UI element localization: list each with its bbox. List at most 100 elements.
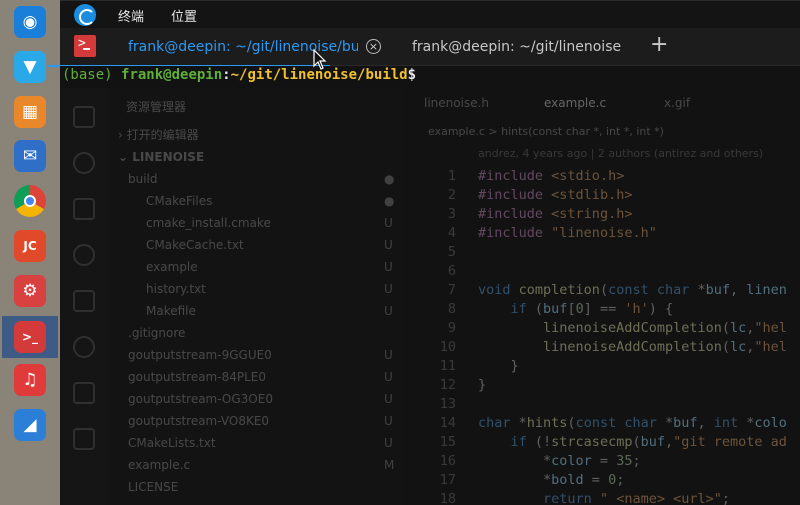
terminal-icon	[74, 35, 96, 57]
file-tree-item-label: LICENSE	[128, 480, 179, 494]
dock-item-file-archiver[interactable]: ▦	[8, 92, 52, 132]
line-number: 17	[439, 472, 456, 488]
file-tree-item: .gitignore	[108, 322, 406, 344]
line-number: 7	[447, 282, 456, 298]
files-icon	[73, 106, 95, 128]
dock-item-deepin-terminal[interactable]: >_	[2, 315, 58, 358]
dock-item-netease-music[interactable]: ♫	[8, 360, 52, 400]
code-line: 10 linenoiseAddCompletion(lc,"hel	[406, 339, 800, 358]
code-text: if (buf[0] == 'h') {	[510, 301, 674, 317]
prompt-user-host: frank@deepin	[121, 67, 223, 83]
code-text: *color = 35;	[478, 453, 641, 469]
file-tree-item: goutputstream-OG3OE0 U	[108, 388, 406, 410]
file-tree-item: goutputstream-84PLE0 U	[108, 366, 406, 388]
dock-item-settings[interactable]: ⚙	[8, 271, 52, 311]
explorer-panel: 资源管理器 › 打开的编辑器 ⌄ LINENOISE build ● CMakeFi…	[108, 88, 406, 505]
file-tree-item-label: CMakeFiles	[146, 194, 213, 208]
line-number: 12	[439, 377, 456, 393]
line-number: 18	[439, 491, 456, 505]
file-tree-item: example.c M	[108, 454, 406, 476]
git-status-flag: U	[384, 260, 393, 274]
prompt-colon: :	[222, 67, 231, 83]
project-header: ⌄ LINENOISE	[118, 150, 205, 164]
terminal-app-logo-icon[interactable]	[74, 4, 96, 26]
line-number: 4	[447, 225, 456, 241]
dock-item-vscode[interactable]: ◢	[8, 405, 52, 445]
jetbrains-icon: JC	[14, 230, 46, 262]
line-number: 9	[447, 320, 456, 336]
line-number: 5	[447, 244, 456, 260]
tab-close-icon[interactable]: ×	[366, 39, 381, 54]
file-tree-item: CMakeFiles ●	[108, 190, 406, 212]
prompt-env: (base)	[62, 67, 122, 83]
dock-item-chrome[interactable]	[8, 181, 52, 221]
desktop: ◉ ▼ ▦ ✉ JC ⚙ >_ ♫ ◢ 终端 位置 frank@deepin: ~/git/li…	[0, 0, 800, 505]
docker-icon	[73, 428, 95, 450]
dock-item-app-store[interactable]: ▼	[8, 47, 52, 87]
background-editor-window: 资源管理器 › 打开的编辑器 ⌄ LINENOISE build ● CMakeFi…	[60, 88, 800, 505]
dock-item-deepin-launcher[interactable]: ◉	[8, 2, 52, 42]
thunderbird-icon: ✉	[14, 140, 46, 173]
file-tree-item-label: history.txt	[146, 282, 206, 296]
git-status-flag: U	[384, 238, 393, 252]
open-editors-label: 打开的编辑器	[126, 128, 199, 142]
dock-item-thunderbird[interactable]: ✉	[8, 136, 52, 176]
menu-terminal[interactable]: 终端	[118, 6, 144, 25]
code-text: linenoiseAddCompletion(lc,"hel	[543, 339, 787, 355]
file-tree-item: CMakeLists.txt U	[108, 432, 406, 454]
terminal-area[interactable]: (base) frank@deepin:~/git/linenoise/buil…	[60, 66, 800, 505]
extensions-icon	[73, 290, 95, 312]
file-tree-item-label: .gitignore	[128, 326, 186, 340]
dock-item-jetbrains[interactable]: JC	[8, 226, 52, 266]
code-line: 2 #include <stdlib.h>	[406, 187, 800, 206]
git-status-flag: M	[384, 458, 395, 472]
vscode-icon: ◢	[14, 409, 46, 442]
deepin-launcher-icon: ◉	[14, 6, 46, 38]
line-number: 6	[447, 263, 456, 279]
editor-tab-example-c: example.c	[544, 96, 607, 110]
file-archiver-icon: ▦	[14, 95, 46, 128]
line-number: 2	[447, 187, 456, 203]
debug-icon	[73, 244, 95, 266]
code-line: 16 *color = 35;	[406, 453, 800, 472]
deepin-terminal-icon: >_	[14, 320, 46, 353]
code-text: *bold = 0;	[478, 472, 625, 488]
code-line: 14 char *hints(const char *buf, int *colo	[406, 415, 800, 434]
code-line: 4 #include "linenoise.h"	[406, 225, 800, 244]
editor-breadcrumb: example.c > hints(const char *, int *, i…	[428, 125, 664, 138]
search-icon	[73, 152, 95, 174]
code-line: 7 void completion(const char *buf, linen	[406, 282, 800, 301]
git-status-flag: U	[384, 370, 393, 384]
line-number: 1	[447, 168, 456, 184]
file-tree-item: goutputstream-9GGUE0 U	[108, 344, 406, 366]
prompt-dollar: $	[407, 67, 417, 83]
tab-linenoise[interactable]: frank@deepin: ~/git/linenoise	[412, 28, 632, 66]
file-tree-item-label: goutputstream-OG3OE0	[128, 392, 273, 406]
code-line: 17 *bold = 0;	[406, 472, 800, 491]
menu-location[interactable]: 位置	[171, 6, 197, 25]
file-tree-item: cmake_install.cmake U	[108, 212, 406, 234]
file-tree-item-label: example.c	[128, 458, 191, 472]
new-tab-plus-icon[interactable]: +	[650, 32, 668, 57]
git-status-flag: U	[384, 282, 393, 296]
line-number: 15	[439, 434, 456, 450]
file-tree-item: Makefile U	[108, 300, 406, 322]
settings-icon: ⚙	[14, 274, 46, 307]
git-status-flag: ●	[384, 194, 395, 208]
code-line: 9 linenoiseAddCompletion(lc,"hel	[406, 320, 800, 339]
code-text: if (!strcasecmp(buf,"git remote ad	[510, 434, 787, 450]
git-blame-annotation: andrez, 4 years ago | 2 authors (antirez…	[478, 147, 764, 160]
source-control-icon	[73, 198, 95, 220]
code-text: #include <stdio.h>	[478, 168, 625, 184]
file-tree-item-label: example	[146, 260, 198, 274]
file-tree-item-label: Makefile	[146, 304, 196, 318]
line-number: 3	[447, 206, 456, 222]
open-editors-header: › 打开的编辑器	[118, 128, 199, 142]
file-tree-item-label: goutputstream-84PLE0	[128, 370, 266, 384]
book-icon	[73, 382, 95, 404]
code-text: #include "linenoise.h"	[478, 225, 657, 241]
explorer-title: 资源管理器	[126, 100, 187, 114]
file-tree-item-label: CMakeCache.txt	[146, 238, 244, 252]
git-status-flag: U	[384, 392, 393, 406]
git-status-flag: U	[384, 348, 393, 362]
